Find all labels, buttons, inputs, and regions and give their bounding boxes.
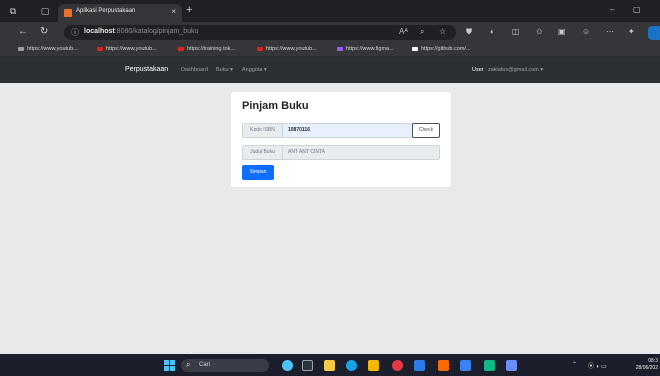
folder-app-icon[interactable] xyxy=(368,360,379,371)
user-label: User xyxy=(472,67,484,73)
bookmark-favicon-icon xyxy=(178,46,184,51)
xampp-app-icon[interactable] xyxy=(438,360,449,371)
nav-dashboard[interactable]: Dashboard xyxy=(181,67,208,73)
sidebar-edge-icon[interactable] xyxy=(648,26,660,40)
wifi-sound-battery-icon[interactable]: ⦿ ◖ ▭ xyxy=(588,361,607,370)
tab-actions-icon[interactable]: ▢ xyxy=(40,6,50,16)
url-path: :8080/katalog/pinjam_buku xyxy=(114,28,199,35)
read-aloud-icon[interactable]: Aᴬ xyxy=(399,27,408,36)
url-host: localhost xyxy=(84,28,115,35)
back-icon[interactable]: ← xyxy=(18,26,28,38)
minimize-icon[interactable]: – xyxy=(610,5,614,14)
judul-input-group: Judul Buku ANT ANT CINTA xyxy=(242,145,440,160)
file-explorer-icon[interactable] xyxy=(324,360,335,371)
youtube-icon xyxy=(257,46,263,51)
user-menu[interactable]: zakiatus@gmail.com ▾ xyxy=(488,67,543,73)
tab-close-icon[interactable]: × xyxy=(171,7,176,16)
browser-toolbar: ← ↻ ⓘ localhost:8080/katalog/pinjam_buku… xyxy=(0,22,660,43)
nav-buku[interactable]: Buku ▾ xyxy=(216,67,233,73)
bookmark-favicon-icon xyxy=(18,46,24,51)
figma-icon xyxy=(337,46,343,51)
taskbar-search[interactable]: ⌕ Cari xyxy=(181,359,269,372)
navbar-brand[interactable]: Perpustakaan xyxy=(125,66,168,73)
zoom-icon[interactable]: ⌕ xyxy=(420,27,424,37)
profile-icon[interactable]: ☺ xyxy=(582,27,590,36)
browser-tab[interactable]: Aplikasi Perpustakaan × xyxy=(58,4,182,22)
pinjam-buku-card: Pinjam Buku Kode ISBN 10870116 Check Jud… xyxy=(231,92,451,187)
bookmark-item[interactable]: https://training.tok... xyxy=(178,46,235,52)
collections-icon[interactable]: ▣ xyxy=(558,27,566,36)
github-icon xyxy=(412,46,418,51)
tray-chevron-icon[interactable]: ⌃ xyxy=(572,361,577,368)
simpan-button[interactable]: Simpan xyxy=(242,165,274,180)
windows-start-icon[interactable] xyxy=(164,360,175,371)
workspaces-icon[interactable]: ⧉ xyxy=(8,6,18,16)
opera-app-icon[interactable] xyxy=(392,360,403,371)
bookmark-item[interactable]: https://www.youtub... xyxy=(257,46,317,52)
search-icon: ⌕ xyxy=(186,360,191,369)
check-button[interactable]: Check xyxy=(412,123,440,138)
reload-icon[interactable]: ↻ xyxy=(40,26,48,38)
page-title: Pinjam Buku xyxy=(242,100,309,112)
edge-app-icon[interactable] xyxy=(346,360,357,371)
bookmark-item[interactable]: https://www.youtub... xyxy=(18,46,78,52)
app-navbar: Perpustakaan Dashboard Buku ▾ Anggota ▾ … xyxy=(0,57,660,83)
clock-date: 28/06/202 xyxy=(635,365,658,371)
task-view-icon[interactable] xyxy=(302,360,313,371)
isbn-label: Kode ISBN xyxy=(243,124,283,137)
copilot-icon[interactable]: ✦ xyxy=(628,27,635,36)
judul-label: Judul Buku xyxy=(243,146,283,159)
judul-input[interactable]: ANT ANT CINTA xyxy=(288,146,325,159)
app-icon[interactable] xyxy=(506,360,517,371)
favorite-star-icon[interactable]: ☆ xyxy=(439,27,446,36)
browser-tab-strip: ⧉ ▢ Aplikasi Perpustakaan × + – ▢ xyxy=(0,0,660,22)
isbn-input[interactable]: 10870116 xyxy=(288,124,310,137)
new-tab-button[interactable]: + xyxy=(186,5,192,16)
copilot-app-icon[interactable] xyxy=(282,360,293,371)
bookmark-item[interactable]: https://github.com/... xyxy=(412,46,471,52)
settings-menu-icon[interactable]: ⋯ xyxy=(606,27,614,36)
split-screen-icon[interactable]: ◫ xyxy=(512,27,520,36)
maximize-icon[interactable]: ▢ xyxy=(633,5,641,14)
tab-favicon-icon xyxy=(64,9,72,17)
search-label: Cari xyxy=(199,362,211,368)
clock-time: 08:3 xyxy=(648,358,658,364)
isbn-input-group: Kode ISBN 10870116 Check xyxy=(242,123,440,138)
system-clock[interactable]: 08:3 28/06/202 xyxy=(628,358,658,372)
mail-app-icon[interactable] xyxy=(460,360,471,371)
bookmark-item[interactable]: https://www.youtub... xyxy=(97,46,157,52)
youtube-icon xyxy=(97,46,103,51)
windows-taskbar: ⌕ Cari ⌃ ⦿ ◖ ▭ 08:3 28/06/202 xyxy=(0,354,660,376)
nav-anggota[interactable]: Anggota ▾ xyxy=(242,67,267,73)
bookmark-item[interactable]: https://www.figma... xyxy=(337,46,394,52)
favorites-icon[interactable]: ✩ xyxy=(536,27,543,36)
shield-icon[interactable]: ⛊ xyxy=(466,27,472,37)
tab-title: Aplikasi Perpustakaan xyxy=(76,8,136,14)
extension-icon[interactable]: ◐ xyxy=(490,27,495,36)
vscode-app-icon[interactable] xyxy=(414,360,425,371)
bookmarks-bar: https://www.youtub... https://www.youtub… xyxy=(0,43,660,57)
url-text: localhost:8080/katalog/pinjam_buku xyxy=(84,28,198,35)
site-info-icon[interactable]: ⓘ xyxy=(71,27,79,38)
excel-app-icon[interactable] xyxy=(484,360,495,371)
address-bar[interactable]: ⓘ localhost:8080/katalog/pinjam_buku Aᴬ … xyxy=(64,25,456,40)
